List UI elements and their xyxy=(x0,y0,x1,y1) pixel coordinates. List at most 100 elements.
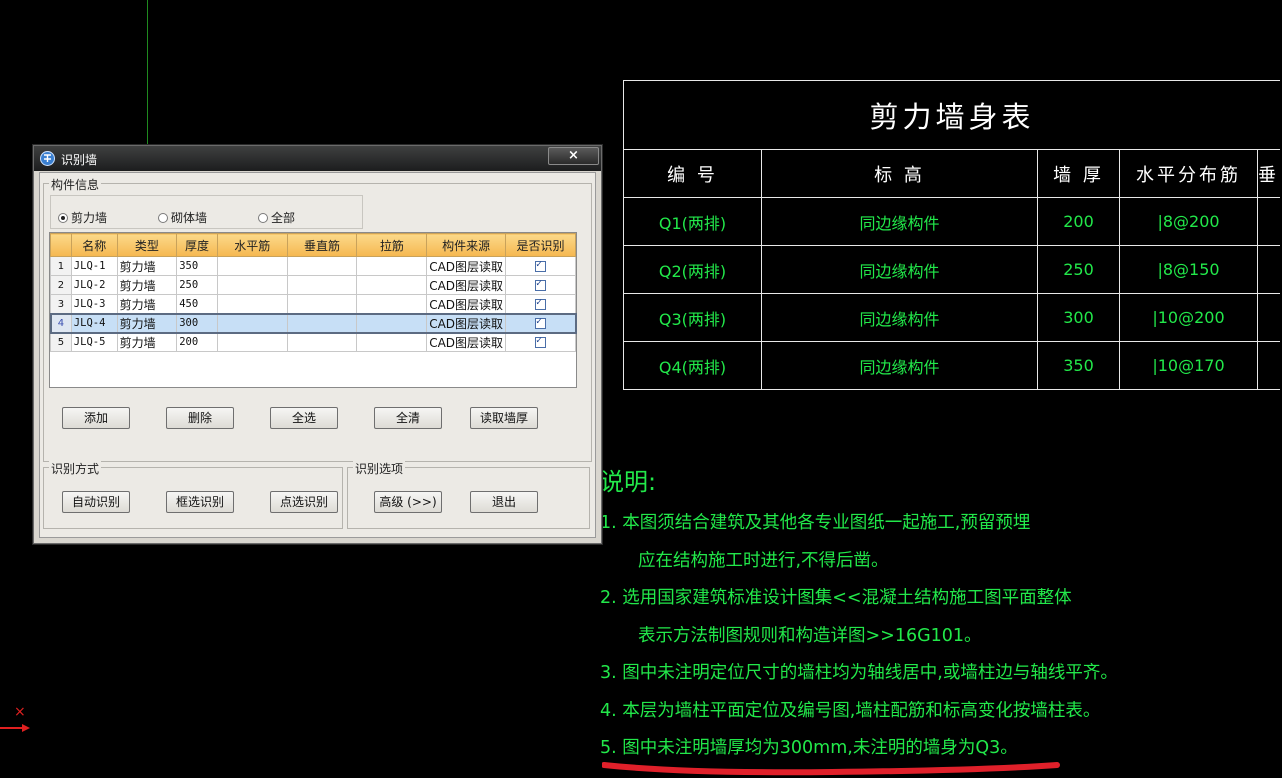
cell-recognize[interactable] xyxy=(505,294,576,314)
point-select-recognize-button[interactable]: 点选识别 xyxy=(270,491,338,513)
checkbox-icon[interactable] xyxy=(535,278,547,291)
wall-list-table: 名称 类型 厚度 水平筋 垂直筋 拉筋 构件来源 是否识别 1 JLQ-1 剪力… xyxy=(49,233,577,352)
grid-column-header[interactable]: 构件来源 xyxy=(426,233,507,257)
cell-thickness[interactable]: 300 xyxy=(176,313,218,333)
note-line: 2. 选用国家建筑标准设计图集<<混凝土结构施工图平面整体 xyxy=(600,588,1072,608)
wall-list-grid[interactable]: 名称 类型 厚度 水平筋 垂直筋 拉筋 构件来源 是否识别 1 JLQ-1 剪力… xyxy=(49,232,577,388)
cell-horizontal-bar[interactable] xyxy=(216,275,288,295)
cell-tie-bar[interactable] xyxy=(356,294,428,314)
grid-column-header[interactable]: 类型 xyxy=(116,233,178,257)
shear-wall-table: 剪力墙身表 编 号 标 高 墙 厚 水平分布筋 垂 Q1(两排) 同边缘构件 2… xyxy=(623,80,1280,390)
grid-column-header[interactable]: 水平筋 xyxy=(216,233,288,257)
cell-source[interactable]: CAD图层读取 xyxy=(426,313,507,333)
cell-tie-bar[interactable] xyxy=(356,332,428,352)
wall-table-header: 水平分布筋 xyxy=(1119,149,1258,198)
clear-all-button[interactable]: 全清 xyxy=(374,407,442,429)
cell-vertical-bar[interactable] xyxy=(286,256,358,276)
cell-type[interactable]: 剪力墙 xyxy=(116,256,178,276)
radio-masonry-wall[interactable]: 砌体墙 xyxy=(158,209,207,226)
checkbox-icon[interactable] xyxy=(535,297,547,310)
cell-source[interactable]: CAD图层读取 xyxy=(426,256,507,276)
dialog-titlebar[interactable]: 识别墙 × xyxy=(34,146,601,171)
radio-dot-icon[interactable] xyxy=(158,212,168,223)
cell-thickness[interactable]: 250 xyxy=(176,275,218,295)
cell-type[interactable]: 剪力墙 xyxy=(116,332,178,352)
cell-name[interactable]: JLQ-5 xyxy=(70,332,118,352)
cell-vertical-bar[interactable] xyxy=(286,275,358,295)
cell-tie-bar[interactable] xyxy=(356,256,428,276)
wall-horizontal-bar: |10@200 xyxy=(1119,293,1258,342)
note-line: 表示方法制图规则和构造详图>>16G101。 xyxy=(638,625,982,646)
cell-name[interactable]: JLQ-2 xyxy=(70,275,118,295)
wall-id: Q4(两排) xyxy=(623,341,762,390)
cell-source[interactable]: CAD图层读取 xyxy=(426,332,507,352)
cell-recognize[interactable] xyxy=(505,275,576,295)
cell-tie-bar[interactable] xyxy=(356,275,428,295)
recognize-options-label: 识别选项 xyxy=(353,460,406,477)
wall-horizontal-bar: |10@170 xyxy=(1119,341,1258,390)
cell-source[interactable]: CAD图层读取 xyxy=(426,275,507,295)
cell-horizontal-bar[interactable] xyxy=(216,256,288,276)
checkbox-icon[interactable] xyxy=(535,259,547,272)
cell-thickness[interactable]: 200 xyxy=(176,332,218,352)
table-row[interactable]: 5 JLQ-5 剪力墙 200 CAD图层读取 xyxy=(50,332,576,352)
grid-column-header[interactable]: 厚度 xyxy=(176,233,218,257)
row-number: 5 xyxy=(50,332,72,352)
cell-thickness[interactable]: 450 xyxy=(176,294,218,314)
grid-column-header[interactable]: 垂直筋 xyxy=(286,233,358,257)
wall-id: Q3(两排) xyxy=(623,293,762,342)
cell-type[interactable]: 剪力墙 xyxy=(116,275,178,295)
grid-column-header[interactable]: 是否识别 xyxy=(505,233,576,257)
table-row-selected[interactable]: 4 JLQ-4 剪力墙 300 CAD图层读取 xyxy=(49,312,577,334)
auto-recognize-button[interactable]: 自动识别 xyxy=(62,491,130,513)
cell-thickness[interactable]: 350 xyxy=(176,256,218,276)
cell-name[interactable]: JLQ-4 xyxy=(70,313,118,333)
wall-table-row: Q1(两排) 同边缘构件 200 |8@200 xyxy=(623,197,1280,246)
close-button[interactable]: × xyxy=(548,147,599,165)
wall-table-row: Q4(两排) 同边缘构件 350 |10@170 xyxy=(623,341,1280,390)
read-thickness-button[interactable]: 读取墙厚 xyxy=(470,407,538,429)
radio-all[interactable]: 全部 xyxy=(258,209,295,226)
cell-recognize[interactable] xyxy=(505,256,576,276)
cell-vertical-bar[interactable] xyxy=(286,313,358,333)
cell-name[interactable]: JLQ-3 xyxy=(70,294,118,314)
table-row[interactable]: 1 JLQ-1 剪力墙 350 CAD图层读取 xyxy=(50,256,576,276)
cell-horizontal-bar[interactable] xyxy=(216,332,288,352)
advanced-button[interactable]: 高级 (>>) xyxy=(374,491,442,513)
cell-tie-bar[interactable] xyxy=(356,313,428,333)
cell-name[interactable]: JLQ-1 xyxy=(70,256,118,276)
cell-recognize[interactable] xyxy=(505,332,576,352)
delete-button[interactable]: 删除 xyxy=(166,407,234,429)
grid-column-header[interactable]: 名称 xyxy=(70,233,118,257)
radio-dot-icon[interactable] xyxy=(258,212,268,223)
cell-horizontal-bar[interactable] xyxy=(216,313,288,333)
add-button[interactable]: 添加 xyxy=(62,407,130,429)
radio-shear-wall[interactable]: 剪力墙 xyxy=(58,209,107,226)
grid-corner-header xyxy=(50,233,72,257)
box-select-recognize-button[interactable]: 框选识别 xyxy=(166,491,234,513)
cell-type[interactable]: 剪力墙 xyxy=(116,294,178,314)
select-all-button[interactable]: 全选 xyxy=(270,407,338,429)
table-row[interactable]: 3 JLQ-3 剪力墙 450 CAD图层读取 xyxy=(50,294,576,314)
radio-dot-icon[interactable] xyxy=(58,212,68,223)
grid-column-header[interactable]: 拉筋 xyxy=(356,233,428,257)
cell-horizontal-bar[interactable] xyxy=(216,294,288,314)
drawing-notes: 说明: 1. 本图须结合建筑及其他各专业图纸一起施工,预留预埋 应在结构施工时进… xyxy=(600,462,1118,768)
note-line: 1. 本图须结合建筑及其他各专业图纸一起施工,预留预埋 xyxy=(600,513,1031,533)
exit-button[interactable]: 退出 xyxy=(470,491,538,513)
wall-table-header-row: 编 号 标 高 墙 厚 水平分布筋 垂 xyxy=(623,149,1280,198)
cell-recognize[interactable] xyxy=(505,313,576,333)
table-row[interactable]: 2 JLQ-2 剪力墙 250 CAD图层读取 xyxy=(50,275,576,295)
ucs-x-marker: × xyxy=(14,704,26,720)
cell-source[interactable]: CAD图层读取 xyxy=(426,294,507,314)
checkbox-icon[interactable] xyxy=(535,316,547,329)
wall-thickness: 200 xyxy=(1037,197,1120,246)
cell-vertical-bar[interactable] xyxy=(286,294,358,314)
cell-type[interactable]: 剪力墙 xyxy=(116,313,178,333)
wall-table-row: Q2(两排) 同边缘构件 250 |8@150 xyxy=(623,245,1280,294)
cell-vertical-bar[interactable] xyxy=(286,332,358,352)
wall-thickness: 300 xyxy=(1037,293,1120,342)
wall-table-header: 标 高 xyxy=(761,149,1038,198)
checkbox-icon[interactable] xyxy=(535,335,547,348)
wall-extra-cell xyxy=(1257,293,1280,342)
